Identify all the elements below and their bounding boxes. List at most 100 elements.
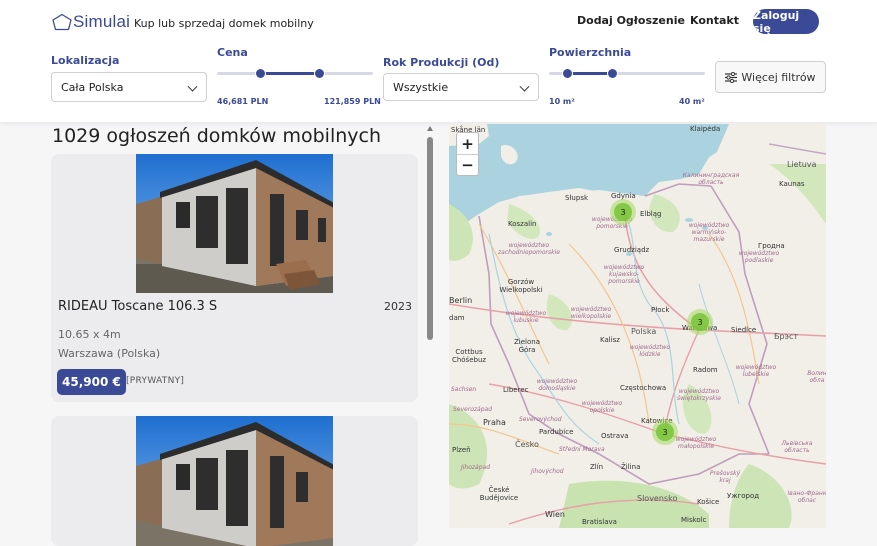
chevron-down-icon — [187, 81, 198, 92]
price-min-handle[interactable] — [255, 68, 267, 79]
price-max-value: 121,859 PLN — [324, 97, 381, 106]
cluster-count: 3 — [614, 203, 632, 221]
map-label: Košice — [697, 498, 720, 506]
logo[interactable]: Simulai — [52, 12, 130, 32]
top-header: Simulai Kup lub sprzedaj domek mobilny D… — [0, 0, 877, 42]
map-label: Kalisz — [600, 336, 620, 344]
map-label: Львівська область — [781, 440, 813, 454]
map-label: Slovensko — [637, 494, 678, 503]
map-label: Berlin — [449, 296, 473, 305]
map-label: Słupsk — [565, 194, 589, 202]
map-label: Волин обла — [807, 370, 826, 384]
map-label: Lietuva — [787, 160, 817, 169]
location-select[interactable]: Cała Polska — [51, 72, 207, 102]
listing-title[interactable]: RIDEAU Toscane 106.3 S — [58, 299, 217, 314]
area-max-handle[interactable] — [607, 68, 619, 79]
area-range-fill — [567, 72, 613, 75]
scrollbar-thumb[interactable] — [427, 137, 433, 340]
listing-card[interactable]: RIDEAU Toscane 106.3 S 2023 10.65 x 4m W… — [51, 154, 418, 402]
area-min-handle[interactable] — [562, 68, 574, 79]
listing-size: 10.65 x 4m — [58, 328, 121, 341]
map-cluster-marker[interactable]: 3 — [610, 199, 636, 225]
map-label: Zlín — [590, 463, 604, 471]
cluster-count: 3 — [656, 423, 674, 441]
map-label: województwo opolskie — [581, 400, 623, 414]
map-label: Praha — [483, 418, 506, 427]
listing-card[interactable] — [51, 416, 418, 546]
map-label: Івано-Франк облас — [787, 490, 826, 504]
map-label: Kaunas — [779, 180, 805, 188]
map-label: województwo lubuskie — [505, 310, 547, 324]
listing-year: 2023 — [384, 300, 412, 313]
more-filters-label: Więcej filtrów — [741, 70, 816, 84]
map-label: Wien — [545, 510, 565, 519]
area-min-value: 10 m² — [549, 97, 575, 106]
price-label: Cena — [217, 46, 248, 59]
listing-seller-type: [PRYWATNY] — [126, 376, 185, 386]
map-label: województwo dolnośląskie — [536, 378, 578, 392]
map-label: Střední Morava — [559, 446, 605, 453]
map-label: Severovýchod — [519, 416, 562, 423]
map-label: dam — [449, 314, 465, 322]
map-label: Pardubice — [539, 428, 574, 436]
map[interactable]: + − Skåne län Klaipėda Lietuva Калинингр… — [449, 124, 826, 528]
map-label: Radom — [693, 366, 718, 374]
more-filters-button[interactable]: Więcej filtrów — [715, 61, 826, 93]
zoom-in-button[interactable]: + — [457, 133, 478, 154]
map-label: województwo wielkopolskie — [570, 306, 612, 320]
map-cluster-marker[interactable]: 3 — [687, 309, 713, 335]
map-label: Jihozápad — [461, 464, 491, 471]
area-max-value: 40 m² — [679, 97, 705, 106]
year-select[interactable]: Wszystkie — [383, 73, 539, 101]
filter-bar: Lokalizacja Cała Polska Cena 46,681 PLN … — [0, 42, 877, 122]
map-label: Bratislava — [582, 518, 617, 526]
map-label: Калининградская область — [682, 172, 740, 186]
listing-price-badge: 45,900 € — [57, 369, 126, 395]
map-label: Częstochowa — [620, 384, 667, 392]
map-label: Гродна — [758, 242, 785, 250]
map-label: Ужгород — [727, 492, 760, 500]
map-label: województwo małopolskie — [675, 436, 717, 450]
map-label: województwo kujawsko-pomorskie — [603, 264, 645, 285]
map-label: Plzeň — [452, 446, 471, 454]
location-label: Lokalizacja — [51, 54, 120, 67]
scroll-up-arrow-icon[interactable] — [427, 126, 433, 131]
map-label: Miskolc — [681, 516, 707, 524]
map-label: Prešovský kraj — [709, 470, 741, 484]
price-slider[interactable] — [217, 68, 373, 79]
area-label: Powierzchnia — [549, 46, 632, 59]
map-label: Grudziądz — [614, 246, 650, 254]
map-label: České Budějovice — [479, 486, 519, 502]
listing-photo[interactable] — [136, 416, 333, 546]
map-label: województwo zachodniopomorskie — [498, 242, 560, 256]
house-logo-icon — [52, 13, 72, 31]
map-label: Žilina — [621, 463, 641, 471]
chevron-down-icon — [519, 81, 530, 92]
price-range-fill — [260, 72, 320, 75]
map-label: Gorzów Wielkopolski — [499, 278, 543, 294]
sliders-icon — [725, 71, 738, 83]
map-label: Sachsen — [451, 386, 477, 393]
map-cluster-marker[interactable]: 3 — [652, 419, 678, 445]
zoom-out-button[interactable]: − — [457, 154, 478, 175]
map-label: Cottbus Chóśebuz — [451, 348, 487, 364]
price-max-handle[interactable] — [314, 68, 326, 79]
map-label: Elbląg — [640, 210, 662, 218]
login-button[interactable]: Zaloguj się — [753, 9, 819, 35]
map-label: województwo łódzkie — [629, 344, 671, 358]
map-label: Zielona Góra — [513, 338, 540, 354]
price-min-value: 46,681 PLN — [217, 97, 269, 106]
nav-add-listing[interactable]: Dodaj Ogłoszenie — [577, 14, 685, 27]
listing-scrollbar[interactable] — [427, 124, 433, 528]
map-label: Klaipėda — [690, 125, 721, 133]
map-zoom-control: + − — [456, 132, 479, 176]
area-slider[interactable] — [549, 68, 705, 79]
map-label: województwo lubelskie — [735, 364, 777, 378]
nav-contact[interactable]: Kontakt — [690, 14, 739, 27]
map-label: Płock — [651, 306, 670, 314]
tagline: Kup lub sprzedaj domek mobilny — [134, 17, 314, 30]
year-label: Rok Produkcji (Od) — [383, 56, 500, 69]
map-label: Jihovýchod — [531, 468, 564, 475]
year-value: Wszystkie — [393, 80, 449, 94]
listing-photo[interactable] — [136, 154, 333, 293]
